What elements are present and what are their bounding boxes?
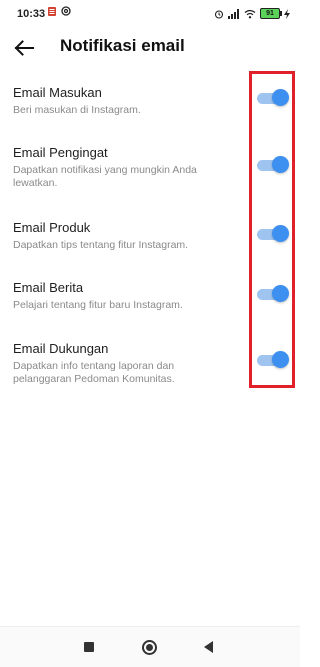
setting-description: Dapatkan tips tentang fitur Instagram.: [13, 239, 189, 251]
arrow-left-icon: [14, 40, 34, 56]
app-header: Notifikasi email: [0, 28, 300, 68]
setting-description: Dapatkan notifikasi yang mungkin Anda le…: [13, 164, 197, 189]
alarm-icon: [214, 9, 224, 19]
charging-icon: [284, 8, 290, 19]
status-bar: 10:33 91: [0, 0, 300, 28]
circle-icon[interactable]: [142, 640, 157, 655]
page-title: Notifikasi email: [60, 36, 185, 55]
setting-title: Email Pengingat: [13, 145, 108, 160]
status-time: 10:33: [17, 8, 46, 20]
square-icon[interactable]: [84, 642, 94, 652]
app-notification-icon: [48, 6, 56, 16]
back-button[interactable]: [8, 32, 40, 64]
notification-icons: [48, 6, 71, 16]
toggle-highlight-box: [249, 71, 295, 388]
setting-title: Email Dukungan: [13, 341, 109, 356]
triangle-icon[interactable]: [204, 641, 213, 653]
battery-icon: 91: [260, 8, 282, 19]
system-nav-bar: [0, 626, 300, 667]
setting-title: Email Masukan: [13, 85, 102, 100]
at-sign-icon: [61, 6, 71, 16]
setting-description: Beri masukan di Instagram.: [13, 104, 141, 116]
setting-description: Pelajari tentang fitur baru Instagram.: [13, 299, 183, 311]
system-icons: 91: [214, 8, 290, 19]
wifi-icon: [244, 9, 256, 18]
setting-title: Email Berita: [13, 280, 84, 295]
setting-description: Dapatkan info tentang laporan dan pelang…: [13, 360, 175, 385]
setting-title: Email Produk: [13, 220, 91, 235]
signal-icon: [228, 8, 239, 19]
